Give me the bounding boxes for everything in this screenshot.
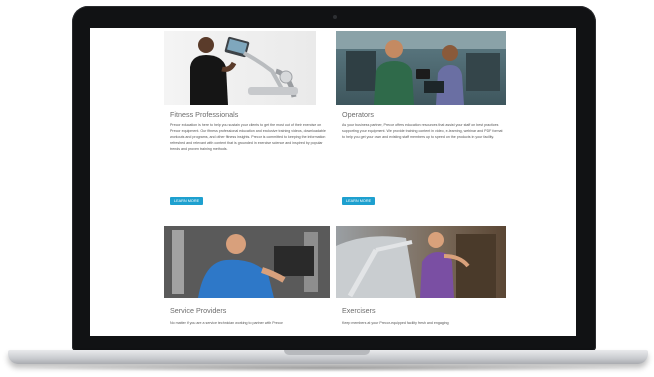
card-title: Exercisers	[342, 306, 376, 315]
card-body: Precor education is here to help you sus…	[170, 123, 326, 151]
laptop-screen: Fitness Professionals Precor education i…	[90, 28, 576, 336]
camera-icon	[333, 15, 337, 19]
learn-more-button[interactable]: LEARN MORE	[170, 197, 204, 205]
learn-more-button[interactable]: LEARN MORE	[342, 197, 376, 205]
card-title: Service Providers	[170, 306, 227, 315]
technician-repairing-illustration	[164, 226, 330, 298]
card-body: As your business partner, Precor offers …	[342, 123, 503, 139]
operators-image	[336, 31, 506, 105]
laptop-notch	[284, 350, 370, 355]
staff-meeting-illustration	[336, 31, 506, 105]
fitness-professionals-image	[164, 31, 316, 105]
service-providers-image	[164, 226, 330, 298]
card-title: Fitness Professionals	[170, 110, 239, 119]
card-body: No matter if you are a service technicia…	[170, 321, 283, 325]
trainer-with-elliptical-illustration	[190, 36, 298, 105]
card-body: Keep members at your Precor-equipped fac…	[342, 321, 449, 325]
exercisers-image	[336, 226, 506, 298]
woman-on-machine-illustration	[336, 232, 496, 298]
laptop-shadow	[20, 364, 634, 372]
card-title: Operators	[342, 110, 374, 119]
